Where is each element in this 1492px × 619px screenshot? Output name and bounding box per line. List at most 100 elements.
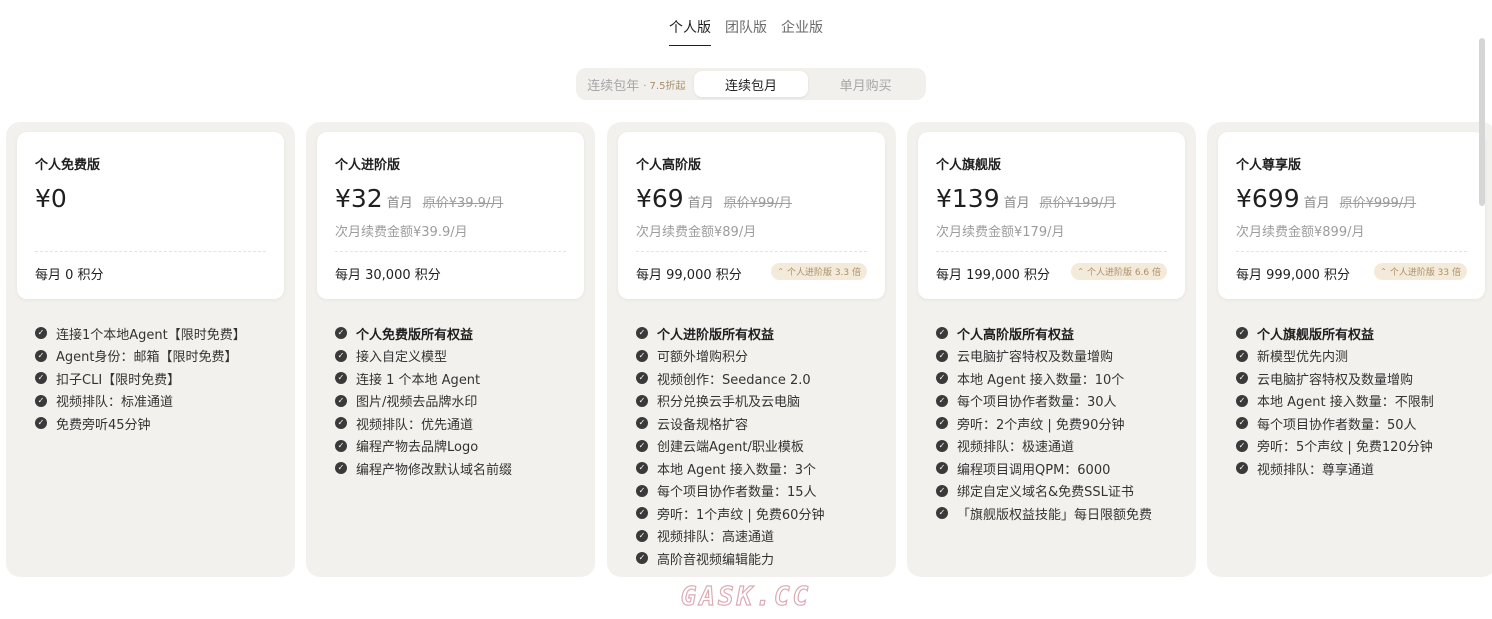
plan-card[interactable]: 个人旗舰版 ¥139 首月 原价¥199/月 次月续费金额¥179/月 每月 1… xyxy=(918,132,1185,299)
price-row: ¥0 xyxy=(35,184,67,213)
feature-item: ✓ 连接 1 个本地 Agent xyxy=(335,367,512,390)
feature-list: ✓ 连接1个本地Agent【限时免费】 ✓ Agent身份：邮箱【限时免费】 ✓ 扣子… xyxy=(35,322,246,435)
plan-price: ¥69 xyxy=(636,184,684,213)
check-circle-icon: ✓ xyxy=(1236,349,1248,362)
divider xyxy=(936,251,1167,252)
plan-free: 个人免费版 ¥0 每月 0 积分 ✓ 连接1个本地Agent【限时免费】 ✓ Age… xyxy=(6,122,295,577)
first-month-label: 首月 xyxy=(386,196,413,211)
feature-text: 个人旗舰版所有权益 xyxy=(1257,327,1375,343)
plan-flagship: 个人旗舰版 ¥139 首月 原价¥199/月 次月续费金额¥179/月 每月 1… xyxy=(907,122,1196,577)
divider xyxy=(35,251,266,252)
feature-item: ✓ 每个项目协作者数量：30人 xyxy=(936,390,1152,413)
feature-text: 连接 1 个本地 Agent xyxy=(356,372,481,388)
feature-item: ✓ 云电脑扩容特权及数量增购 xyxy=(1236,367,1434,390)
feature-text: 图片/视频去品牌水印 xyxy=(356,395,478,411)
check-circle-icon: ✓ xyxy=(936,394,948,407)
edition-tabs: 个人版 团队版 企业版 xyxy=(0,15,1492,46)
multiplier-badge: ⌃ 个人进阶版 33 倍 xyxy=(1374,263,1467,280)
check-circle-icon: ✓ xyxy=(636,327,648,340)
feature-item: ✓ 云电脑扩容特权及数量增购 xyxy=(936,345,1152,368)
feature-text: 高阶音视频编辑能力 xyxy=(657,552,775,568)
feature-item: ✓ 「旗舰版权益技能」每日限额免费 xyxy=(936,502,1152,525)
tab-team[interactable]: 团队版 xyxy=(725,15,767,46)
feature-item: ✓ 接入自定义模型 xyxy=(335,345,512,368)
billing-option-yearly[interactable]: 连续包年 · 7.5折起 xyxy=(579,71,694,97)
feature-item: ✓ 视频排队：标准通道 xyxy=(35,390,246,413)
check-circle-icon: ✓ xyxy=(936,462,948,475)
billing-option-label: 单月购买 xyxy=(839,78,892,94)
feature-text: 绑定自定义域名&免费SSL证书 xyxy=(957,485,1134,501)
scrollbar-thumb[interactable] xyxy=(1479,38,1485,206)
plan-advanced: 个人进阶版 ¥32 首月 原价¥39.9/月 次月续费金额¥39.9/月 每月 … xyxy=(306,122,595,577)
feature-text: 可额外增购积分 xyxy=(657,350,749,366)
feature-text: 旁听：5个声纹 | 免费120分钟 xyxy=(1257,440,1433,456)
feature-item: ✓ 视频排队：优先通道 xyxy=(335,412,512,435)
feature-text: 云设备规格扩容 xyxy=(657,417,749,433)
double-chevron-up-icon: ⌃ xyxy=(777,267,784,276)
feature-item: ✓ 连接1个本地Agent【限时免费】 xyxy=(35,322,246,345)
double-chevron-up-icon: ⌃ xyxy=(1380,267,1387,276)
feature-text: 每个项目协作者数量：30人 xyxy=(957,395,1117,411)
feature-item: ✓ 每个项目协作者数量：50人 xyxy=(1236,412,1434,435)
tab-personal[interactable]: 个人版 xyxy=(669,15,711,46)
plan-card[interactable]: 个人进阶版 ¥32 首月 原价¥39.9/月 次月续费金额¥39.9/月 每月 … xyxy=(317,132,584,299)
feature-item: ✓ 本地 Agent 接入数量：10个 xyxy=(936,367,1152,390)
renewal-price: 次月续费金额¥89/月 xyxy=(636,225,757,240)
feature-text: 个人免费版所有权益 xyxy=(356,327,474,343)
feature-text: 视频排队：优先通道 xyxy=(356,417,474,433)
plan-pro: 个人高阶版 ¥69 首月 原价¥99/月 次月续费金额¥89/月 每月 99,0… xyxy=(607,122,896,577)
check-circle-icon: ✓ xyxy=(1236,394,1248,407)
feature-text: 云电脑扩容特权及数量增购 xyxy=(1257,372,1414,388)
divider xyxy=(1236,251,1467,252)
check-circle-icon: ✓ xyxy=(636,507,648,520)
feature-item: ✓ 图片/视频去品牌水印 xyxy=(335,390,512,413)
check-circle-icon: ✓ xyxy=(636,417,648,430)
plan-card[interactable]: 个人免费版 ¥0 每月 0 积分 xyxy=(17,132,284,299)
feature-item: ✓ 本地 Agent 接入数量：不限制 xyxy=(1236,390,1434,413)
feature-item: ✓ 扣子CLI【限时免费】 xyxy=(35,367,246,390)
feature-text: 每个项目协作者数量：50人 xyxy=(1257,417,1417,433)
feature-item: ✓ 旁听：5个声纹 | 免费120分钟 xyxy=(1236,435,1434,458)
feature-item: ✓ 旁听：1个声纹 | 免费60分钟 xyxy=(636,502,824,525)
divider xyxy=(636,251,867,252)
renewal-price: 次月续费金额¥39.9/月 xyxy=(335,225,468,240)
check-circle-icon: ✓ xyxy=(936,439,948,452)
feature-text: 个人进阶版所有权益 xyxy=(657,327,775,343)
price-row: ¥139 首月 原价¥199/月 xyxy=(936,184,1116,213)
feature-text: 旁听：2个声纹 | 免费90分钟 xyxy=(957,417,1125,433)
billing-discount-label: · 7.5折起 xyxy=(643,80,686,92)
billing-option-single-month[interactable]: 单月购买 xyxy=(808,71,923,97)
feature-text: 视频排队：高速通道 xyxy=(657,530,775,546)
feature-text: 每个项目协作者数量：15人 xyxy=(657,485,817,501)
feature-item: ✓ 个人旗舰版所有权益 xyxy=(1236,322,1434,345)
multiplier-badge: ⌃ 个人进阶版 3.3 倍 xyxy=(771,263,867,280)
divider xyxy=(335,251,566,252)
first-month-label: 首月 xyxy=(1303,196,1330,211)
feature-item: ✓ 编程项目调用QPM：6000 xyxy=(936,457,1152,480)
feature-list: ✓ 个人高阶版所有权益 ✓ 云电脑扩容特权及数量增购 ✓ 本地 Agent 接入数量：… xyxy=(936,322,1152,525)
billing-option-label: 连续包月 xyxy=(725,78,778,94)
tab-enterprise[interactable]: 企业版 xyxy=(781,15,823,46)
feature-item: ✓ 本地 Agent 接入数量：3个 xyxy=(636,457,824,480)
plan-credits: 每月 199,000 积分 xyxy=(936,268,1051,283)
feature-item: ✓ 编程产物修改默认域名前缀 xyxy=(335,457,512,480)
feature-text: 云电脑扩容特权及数量增购 xyxy=(957,350,1114,366)
feature-text: 扣子CLI【限时免费】 xyxy=(56,372,181,388)
check-circle-icon: ✓ xyxy=(1236,417,1248,430)
plan-card[interactable]: 个人高阶版 ¥69 首月 原价¥99/月 次月续费金额¥89/月 每月 99,0… xyxy=(618,132,885,299)
plan-credits: 每月 0 积分 xyxy=(35,268,104,283)
price-row: ¥32 首月 原价¥39.9/月 xyxy=(335,184,503,213)
renewal-price: 次月续费金额¥899/月 xyxy=(1236,225,1365,240)
plan-card[interactable]: 个人尊享版 ¥699 首月 原价¥999/月 次月续费金额¥899/月 每月 9… xyxy=(1218,132,1485,299)
check-circle-icon: ✓ xyxy=(636,529,648,542)
check-circle-icon: ✓ xyxy=(335,462,347,475)
feature-item: ✓ 个人免费版所有权益 xyxy=(335,322,512,345)
watermark-logo: GASK.CC xyxy=(680,581,812,612)
check-circle-icon: ✓ xyxy=(335,394,347,407)
feature-item: ✓ 每个项目协作者数量：15人 xyxy=(636,480,824,503)
check-circle-icon: ✓ xyxy=(636,394,648,407)
billing-option-monthly[interactable]: 连续包月 xyxy=(693,71,809,97)
feature-text: 视频排队：尊享通道 xyxy=(1257,462,1375,478)
check-circle-icon: ✓ xyxy=(636,552,648,565)
feature-item: ✓ 免费旁听45分钟 xyxy=(35,412,246,435)
